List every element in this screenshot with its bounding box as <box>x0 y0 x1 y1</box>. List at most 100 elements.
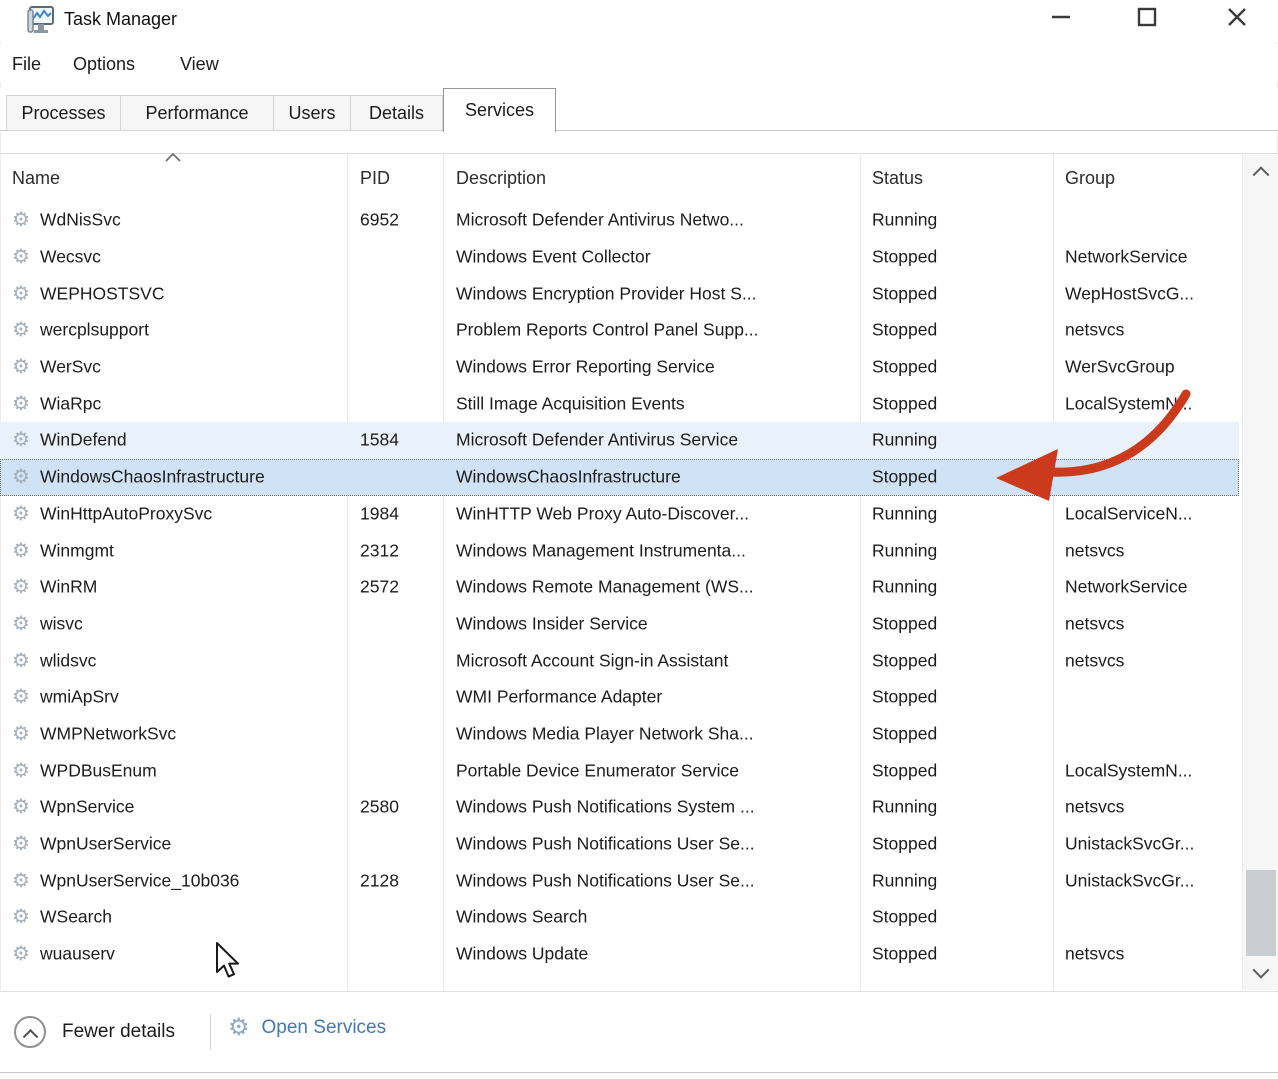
service-row-wiarpc[interactable]: ⚙WiaRpcStill Image Acquisition EventsSto… <box>0 385 1239 422</box>
service-row-winmgmt[interactable]: ⚙Winmgmt2312Windows Management Instrumen… <box>0 532 1239 569</box>
cell-name: WiaRpc <box>40 393 101 414</box>
open-services-link[interactable]: ⚙ Open Services <box>228 1016 386 1040</box>
scroll-down-button[interactable] <box>1243 958 1278 988</box>
cell-description: Windows Push Notifications User Se... <box>456 834 755 855</box>
fewer-details-button[interactable]: Fewer details <box>14 1016 175 1048</box>
cell-description: Windows Media Player Network Sha... <box>456 723 754 744</box>
vertical-scrollbar[interactable] <box>1242 155 1278 990</box>
service-row-wersvc[interactable]: ⚙WerSvcWindows Error Reporting ServiceSt… <box>0 349 1239 386</box>
cell-group: WerSvcGroup <box>1065 357 1175 378</box>
cell-description: Windows Push Notifications User Se... <box>456 870 755 891</box>
menu-item-options[interactable]: Options <box>73 54 135 75</box>
column-header-description[interactable]: Description <box>456 168 546 189</box>
scroll-up-button[interactable] <box>1243 157 1278 187</box>
cell-description: Windows Event Collector <box>456 247 651 268</box>
gear-icon: ⚙ <box>12 430 30 450</box>
task-manager-app-icon <box>26 4 56 41</box>
chevron-up-circle-icon <box>14 1016 46 1048</box>
service-row-wpnuserservice[interactable]: ⚙WpnUserServiceWindows Push Notification… <box>0 826 1239 863</box>
tab-processes[interactable]: Processes <box>6 95 120 131</box>
cell-status: Stopped <box>872 944 937 965</box>
service-row-wephostsvc[interactable]: ⚙WEPHOSTSVCWindows Encryption Provider H… <box>0 275 1239 312</box>
column-header-status[interactable]: Status <box>872 168 923 189</box>
menu-item-view[interactable]: View <box>180 54 219 75</box>
gear-icon: ⚙ <box>12 247 30 267</box>
service-row-wsearch[interactable]: ⚙WSearchWindows SearchStopped <box>0 899 1239 936</box>
scrollbar-thumb[interactable] <box>1246 870 1276 956</box>
tab-users[interactable]: Users <box>273 95 350 131</box>
cell-name: WSearch <box>40 907 112 928</box>
cell-description: WMI Performance Adapter <box>456 687 662 708</box>
gear-icon: ⚙ <box>12 284 30 304</box>
service-row-winrm[interactable]: ⚙WinRM2572Windows Remote Management (WS.… <box>0 569 1239 606</box>
fewer-details-label: Fewer details <box>62 1021 175 1043</box>
service-row-wecsvc[interactable]: ⚙WecsvcWindows Event CollectorStoppedNet… <box>0 239 1239 276</box>
cell-group: netsvcs <box>1065 650 1124 671</box>
service-row-wdnissvc[interactable]: ⚙WdNisSvc6952Microsoft Defender Antiviru… <box>0 202 1239 239</box>
service-row-winhttpautoproxysvc[interactable]: ⚙WinHttpAutoProxySvc1984WinHTTP Web Prox… <box>0 496 1239 533</box>
column-header-pid[interactable]: PID <box>360 168 390 189</box>
cell-name: wisvc <box>40 613 83 634</box>
menu-item-file[interactable]: File <box>12 54 41 75</box>
cell-name: Wecsvc <box>40 247 101 268</box>
cell-name: wercplsupport <box>40 320 149 341</box>
cell-status: Stopped <box>872 283 937 304</box>
cell-name: wuauserv <box>40 944 115 965</box>
cell-description: Windows Error Reporting Service <box>456 357 715 378</box>
cell-status: Stopped <box>872 320 937 341</box>
menu-bar: File Options View <box>0 44 1278 82</box>
service-row-wisvc[interactable]: ⚙wisvcWindows Insider ServiceStoppednets… <box>0 606 1239 643</box>
listview-top-border <box>0 153 1278 154</box>
cell-name: WpnService <box>40 797 134 818</box>
service-row-wercplsupport[interactable]: ⚙wercplsupportProblem Reports Control Pa… <box>0 312 1239 349</box>
cell-group: netsvcs <box>1065 944 1124 965</box>
title-bar: Task Manager <box>0 0 1278 42</box>
close-button[interactable] <box>1209 0 1265 34</box>
cell-pid: 1984 <box>360 503 399 524</box>
service-row-wpdbusenum[interactable]: ⚙WPDBusEnumPortable Device Enumerator Se… <box>0 752 1239 789</box>
service-row-wpnuserservice_10b036[interactable]: ⚙WpnUserService_10b0362128Windows Push N… <box>0 862 1239 899</box>
cell-status: Running <box>872 540 937 561</box>
gear-icon: ⚙ <box>12 907 30 927</box>
tab-details[interactable]: Details <box>350 95 443 131</box>
cell-status: Running <box>872 503 937 524</box>
service-row-wmiapsrv[interactable]: ⚙wmiApSrvWMI Performance AdapterStopped <box>0 679 1239 716</box>
gear-icon: ⚙ <box>12 871 30 891</box>
column-header-group[interactable]: Group <box>1065 168 1115 189</box>
cell-group: netsvcs <box>1065 613 1124 634</box>
cell-pid: 6952 <box>360 210 399 231</box>
cell-name: WinRM <box>40 577 97 598</box>
cell-description: WindowsChaosInfrastructure <box>456 467 681 488</box>
cell-status: Running <box>872 797 937 818</box>
service-row-wuauserv[interactable]: ⚙wuauservWindows UpdateStoppednetsvcs <box>0 936 1239 973</box>
window-bottom-strip <box>0 1073 1278 1079</box>
cell-pid: 2572 <box>360 577 399 598</box>
gear-icon: ⚙ <box>12 834 30 854</box>
cell-status: Stopped <box>872 834 937 855</box>
minimize-button[interactable] <box>1033 0 1089 34</box>
gear-icon: ⚙ <box>12 687 30 707</box>
cell-description: Windows Encryption Provider Host S... <box>456 283 757 304</box>
service-row-windefend[interactable]: ⚙WinDefend1584Microsoft Defender Antivir… <box>0 422 1239 459</box>
cell-group: netsvcs <box>1065 540 1124 561</box>
column-header-name[interactable]: Name <box>12 168 60 189</box>
cell-status: Stopped <box>872 467 937 488</box>
cell-group: LocalServiceN... <box>1065 503 1192 524</box>
tab-services[interactable]: Services <box>443 88 556 132</box>
sort-ascending-icon <box>165 149 181 167</box>
tab-performance[interactable]: Performance <box>120 95 273 131</box>
cell-group: LocalSystemN... <box>1065 760 1192 781</box>
cell-group: WepHostSvcG... <box>1065 283 1194 304</box>
cell-name: Winmgmt <box>40 540 114 561</box>
cell-pid: 2312 <box>360 540 399 561</box>
cell-status: Stopped <box>872 613 937 634</box>
service-row-windowschaosinfrastructure[interactable]: ⚙WindowsChaosInfrastructureWindowsChaosI… <box>0 459 1239 496</box>
cell-status: Running <box>872 430 937 451</box>
services-gear-icon: ⚙ <box>228 1016 250 1040</box>
cell-name: WdNisSvc <box>40 210 121 231</box>
service-row-wlidsvc[interactable]: ⚙wlidsvcMicrosoft Account Sign-in Assist… <box>0 642 1239 679</box>
maximize-button[interactable] <box>1119 0 1175 34</box>
cell-description: Windows Management Instrumenta... <box>456 540 746 561</box>
service-row-wpnservice[interactable]: ⚙WpnService2580Windows Push Notification… <box>0 789 1239 826</box>
service-row-wmpnetworksvc[interactable]: ⚙WMPNetworkSvcWindows Media Player Netwo… <box>0 716 1239 753</box>
